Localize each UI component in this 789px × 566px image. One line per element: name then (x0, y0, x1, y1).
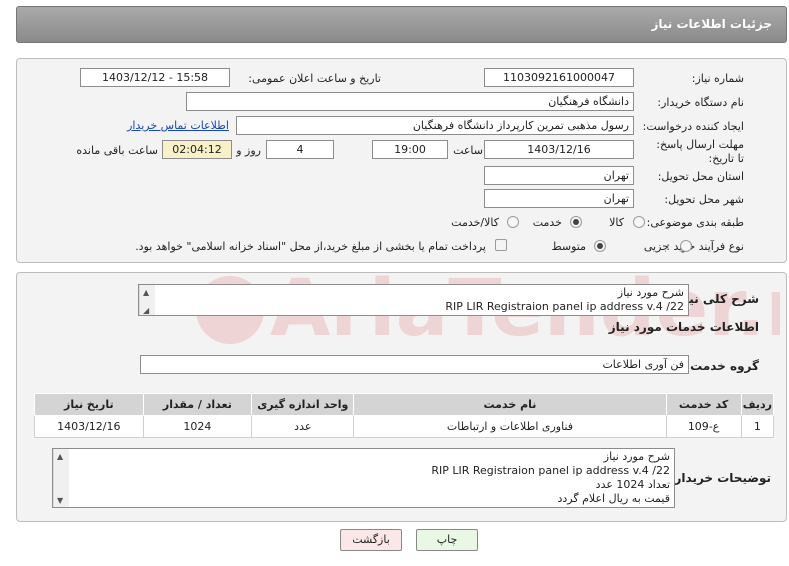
announce-label: تاریخ و ساعت اعلان عمومی: (248, 72, 381, 85)
cell-date: 1403/12/16 (34, 415, 144, 438)
announce-field: 1403/12/12 - 15:58 (80, 68, 230, 87)
notes-scrollbar[interactable]: ▲ ▼ (53, 449, 69, 507)
days-label: روز و (236, 144, 261, 157)
need-number-field: 1103092161000047 (484, 68, 634, 87)
days-field: 4 (266, 140, 334, 159)
service-group-field: فن آوری اطلاعات (140, 355, 689, 374)
cell-row: 1 (740, 415, 775, 438)
print-button[interactable]: چاپ (416, 529, 478, 551)
cell-name: فناوری اطلاعات و ارتباطات (353, 415, 667, 438)
buyer-notes-label: توضیحات خریدار: (669, 471, 771, 485)
buyer-notes-textarea[interactable]: شرح مورد نیاز RIP LIR Registraion panel … (52, 448, 675, 508)
summary-scrollbar[interactable]: ▲ ◢ (139, 285, 155, 315)
services-section-title: اطلاعات خدمات مورد نیاز (608, 320, 759, 334)
page-title: جزئیات اطلاعات نیاز (651, 17, 772, 31)
deadline-time-field: 19:00 (372, 140, 448, 159)
col-code-header: کد خدمت (665, 393, 742, 416)
category-goods-radio[interactable] (633, 216, 645, 228)
buyer-contact-link[interactable]: اطلاعات تماس خریدار (127, 119, 229, 132)
col-name-header: نام خدمت (353, 393, 667, 416)
province-label: استان محل تحویل: (657, 170, 744, 183)
remaining-time-field: 02:04:12 (162, 140, 232, 159)
city-label: شهر محل تحویل: (664, 193, 744, 206)
notes-line-4: قیمت به ریال اعلام گردد (557, 492, 671, 505)
remaining-label: ساعت باقی مانده (76, 144, 158, 157)
category-service-label: خدمت (532, 216, 562, 229)
col-qty-header: تعداد / مقدار (142, 393, 253, 416)
summary-textarea[interactable]: شرح مورد نیاز RIP LIR Registraion panel … (138, 284, 689, 316)
services-table-header: ردیف کد خدمت نام خدمت واحد اندازه گیری ت… (34, 393, 775, 416)
creator-field: رسول مذهبی تمرین کارپرداز دانشگاه فرهنگی… (236, 116, 634, 135)
province-field: تهران (484, 166, 634, 185)
back-button[interactable]: بازگشت (340, 529, 402, 551)
summary-line-2: RIP LIR Registraion panel ip address v.4… (445, 300, 684, 313)
cell-unit: عدد (251, 415, 355, 438)
category-goods-service-radio[interactable] (507, 216, 519, 228)
cell-code: ع-109 (665, 415, 742, 438)
col-row-header: ردیف (740, 393, 775, 416)
page-header: جزئیات اطلاعات نیاز (16, 6, 787, 43)
category-goods-service-label: کالا/خدمت (451, 216, 499, 229)
category-goods-label: کالا (609, 216, 624, 229)
need-number-label: شماره نیاز: (691, 72, 744, 85)
service-group-label: گروه خدمت: (685, 359, 759, 373)
category-label: طبقه بندی موضوعی: (646, 216, 744, 229)
notes-line-2: RIP LIR Registraion panel ip address v.4… (431, 464, 670, 477)
services-table: ردیف کد خدمت نام خدمت واحد اندازه گیری ت… (34, 393, 775, 438)
deadline-time-label: ساعت (453, 144, 483, 157)
cell-qty: 1024 (142, 415, 253, 438)
deadline-date-field: 1403/12/16 (484, 140, 634, 159)
buyer-org-field: دانشگاه فرهنگیان (186, 92, 634, 111)
city-field: تهران (484, 189, 634, 208)
notes-line-3: تعداد 1024 عدد (595, 478, 670, 491)
notes-line-1: شرح مورد نیاز (603, 450, 670, 463)
deadline-label: مهلت ارسال پاسخ: تا تاریخ: (656, 138, 744, 165)
table-row: 1 ع-109 فناوری اطلاعات و ارتباطات عدد 10… (34, 415, 775, 438)
col-date-header: تاریخ نیاز (34, 393, 144, 416)
creator-label: ایجاد کننده درخواست: (642, 120, 744, 133)
category-service-radio[interactable] (570, 216, 582, 228)
buyer-org-label: نام دستگاه خریدار: (657, 96, 744, 109)
summary-line-1: شرح مورد نیاز (617, 286, 684, 299)
col-unit-header: واحد اندازه گیری (251, 393, 355, 416)
